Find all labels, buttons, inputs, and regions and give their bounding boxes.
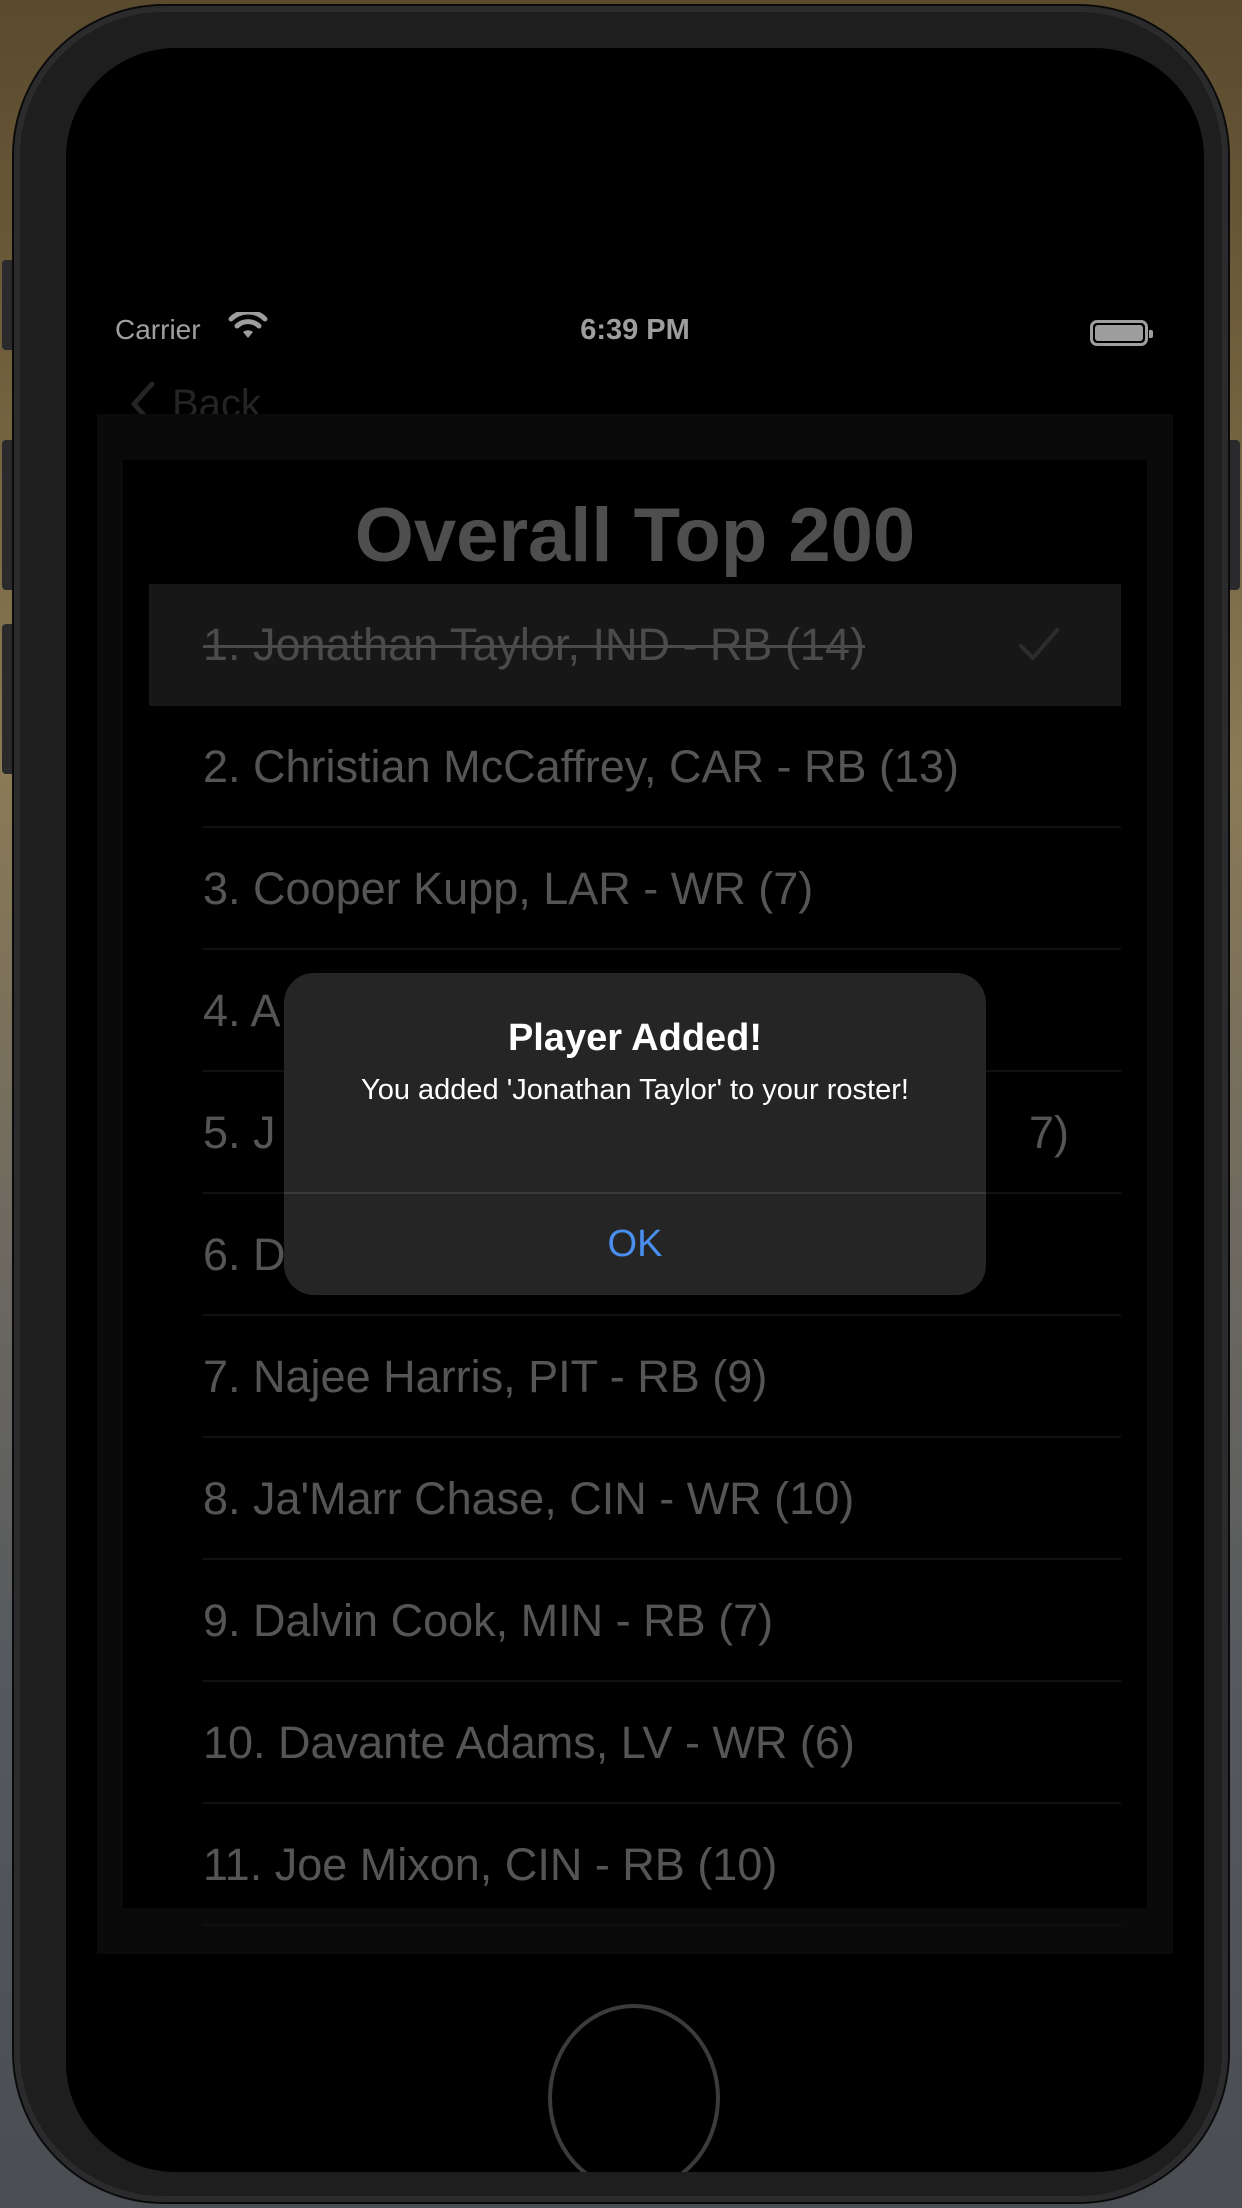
alert-title: Player Added!	[507, 1017, 763, 1059]
screen: Carrier 6:39 PM Back Overall Top 200 1. …	[66, 48, 1204, 2172]
power-button	[1226, 440, 1240, 590]
ok-button[interactable]: OK	[284, 1194, 986, 1295]
device-frame: Carrier 6:39 PM Back Overall Top 200 1. …	[14, 6, 1228, 2202]
alert-message: You added 'Jonathan Taylor' to your rost…	[361, 1074, 909, 1106]
player-added-alert: Player Added! You added 'Jonathan Taylor…	[284, 973, 986, 1295]
